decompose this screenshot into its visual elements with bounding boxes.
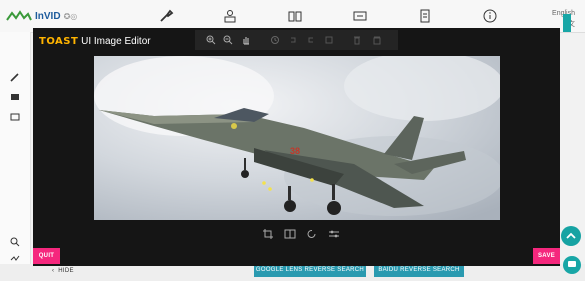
document-icon[interactable] bbox=[417, 8, 433, 24]
hide-sidebar-link[interactable]: ‹ HIDE bbox=[52, 268, 74, 274]
save-button[interactable]: SAVE bbox=[533, 248, 560, 264]
sidebar-image-icon[interactable] bbox=[10, 112, 20, 122]
classroom-icon[interactable] bbox=[222, 8, 238, 24]
sidebar-search-icon[interactable] bbox=[10, 237, 20, 247]
invid-logo[interactable]: InVID ✪◎ bbox=[6, 6, 77, 26]
undo-icon[interactable] bbox=[288, 35, 298, 45]
editor-top-toolbar bbox=[195, 30, 398, 50]
tools-wrench-icon[interactable] bbox=[158, 8, 174, 24]
crop-icon[interactable] bbox=[262, 228, 274, 240]
sidebar-film-icon[interactable] bbox=[10, 92, 20, 102]
book-icon[interactable] bbox=[287, 8, 303, 24]
editor-title-text: UI Image Editor bbox=[78, 36, 151, 47]
hand-icon[interactable] bbox=[241, 35, 251, 45]
editor-bottom-tools bbox=[262, 228, 342, 240]
reset-icon[interactable] bbox=[324, 35, 334, 45]
editor-image-canvas[interactable]: 38 bbox=[94, 56, 500, 220]
history-icon[interactable] bbox=[270, 35, 280, 45]
jet-photo: 38 bbox=[94, 56, 500, 220]
filter-icon[interactable] bbox=[328, 228, 340, 240]
chat-button[interactable] bbox=[563, 256, 581, 274]
rotate-icon[interactable] bbox=[306, 228, 318, 240]
quit-button[interactable]: QUIT bbox=[33, 248, 60, 264]
sidebar-network-icon[interactable] bbox=[10, 254, 20, 264]
scroll-up-button[interactable] bbox=[561, 226, 581, 246]
editor-title: TOAST UI Image Editor bbox=[39, 36, 151, 47]
redo-icon[interactable] bbox=[306, 35, 316, 45]
chat-icon bbox=[568, 261, 576, 267]
delete-icon[interactable] bbox=[352, 35, 362, 45]
chevron-up-icon bbox=[566, 232, 576, 239]
zoom-in-icon[interactable] bbox=[206, 35, 216, 45]
image-editor-modal: TOAST UI Image Editor 38 QUIT SAVE bbox=[33, 28, 560, 266]
sidebar bbox=[0, 32, 31, 281]
delete-all-icon[interactable] bbox=[372, 35, 382, 45]
svg-text:38: 38 bbox=[290, 146, 300, 156]
card-icon[interactable] bbox=[352, 8, 368, 24]
zoom-out-icon[interactable] bbox=[223, 35, 233, 45]
eu-emblem-icon: ✪◎ bbox=[63, 11, 78, 21]
logo-text: InVID bbox=[35, 10, 61, 22]
logo-mark-icon bbox=[6, 10, 32, 21]
editor-brand: TOAST bbox=[39, 36, 79, 47]
side-teal-tab[interactable] bbox=[563, 14, 571, 32]
sidebar-tool-icon[interactable] bbox=[10, 72, 20, 82]
info-icon[interactable] bbox=[482, 8, 498, 24]
flip-icon[interactable] bbox=[284, 228, 296, 240]
hide-label: HIDE bbox=[58, 268, 74, 274]
